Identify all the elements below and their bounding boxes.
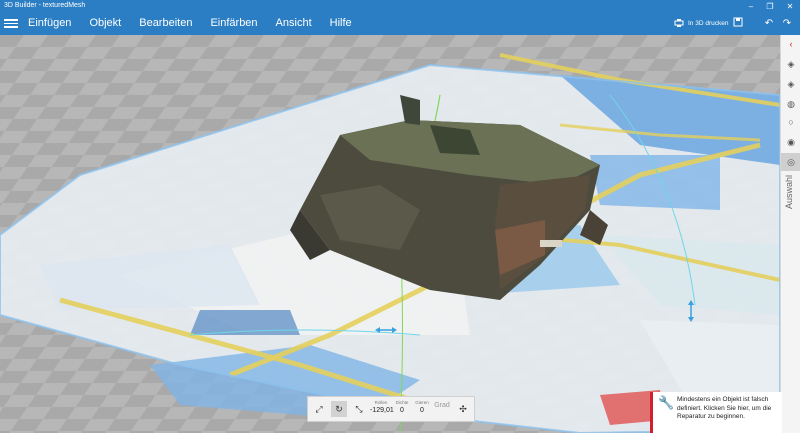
roll-field[interactable]: Rollen -129,01 xyxy=(370,400,394,414)
select-object-icon[interactable]: ◍ xyxy=(781,95,800,113)
window-title: 3D Builder - texturedMesh xyxy=(4,2,86,9)
yaw-value: 0 xyxy=(420,407,424,414)
undo-icon[interactable]: ↶ xyxy=(762,17,776,31)
reset-transform-icon[interactable]: ✣ xyxy=(455,401,471,417)
menu-ansicht[interactable]: Ansicht xyxy=(276,17,312,29)
scene-canvas xyxy=(0,35,780,433)
print-3d-label: In 3D drucken xyxy=(688,19,729,27)
repair-notification-text: Mindestens ein Objekt ist falsch definie… xyxy=(677,396,772,420)
roll-label: Rollen xyxy=(374,400,388,405)
target-select-icon[interactable]: ◉ xyxy=(781,133,800,151)
minimize-icon[interactable]: – xyxy=(745,1,757,12)
print-3d-button[interactable]: In 3D drucken xyxy=(674,18,728,28)
right-panel: ‹ ◈ ◈ ◍ ○ ◉ ◎ Auswahl xyxy=(780,35,800,433)
select-faces-icon[interactable]: ◈ xyxy=(781,75,800,93)
pitch-field[interactable]: Dichte 0 xyxy=(394,400,410,414)
redo-icon[interactable]: ↷ xyxy=(780,17,794,31)
rotate-tool-icon[interactable]: ↻ xyxy=(331,401,347,417)
wrench-icon: 🔧 xyxy=(658,395,675,410)
roll-value: -129,01 xyxy=(370,407,394,414)
printer-icon xyxy=(674,19,684,27)
right-panel-label: Auswahl xyxy=(784,175,794,210)
move-tool-icon[interactable]: ⤢ xyxy=(311,401,327,417)
close-icon[interactable]: ✕ xyxy=(784,1,796,12)
menu-hilfe[interactable]: Hilfe xyxy=(330,17,352,29)
yaw-field[interactable]: Gieren 0 xyxy=(413,400,431,414)
title-bar: 3D Builder - texturedMesh – ❐ ✕ xyxy=(0,0,800,13)
3d-viewport[interactable] xyxy=(0,35,780,433)
pitch-label: Dichte xyxy=(395,400,409,405)
scale-tool-icon[interactable]: ⤡ xyxy=(351,401,367,417)
restore-icon[interactable]: ❐ xyxy=(764,1,776,12)
yaw-label: Gieren xyxy=(415,400,429,405)
unit-field: Grad xyxy=(434,400,450,409)
repair-notification[interactable]: 🔧 Mindestens ein Objekt ist falsch defin… xyxy=(650,392,782,433)
hamburger-menu-icon[interactable] xyxy=(4,17,18,31)
active-select-icon[interactable]: ◎ xyxy=(781,153,800,171)
menu-einfaerben[interactable]: Einfärben xyxy=(210,17,257,29)
circle-select-icon[interactable]: ○ xyxy=(781,113,800,131)
unit-label: Grad xyxy=(434,402,450,409)
menu-bearbeiten[interactable]: Bearbeiten xyxy=(139,17,192,29)
menu-einfuegen[interactable]: Einfügen xyxy=(28,17,71,29)
save-icon[interactable] xyxy=(731,17,745,31)
transform-toolbar: ⤢ ↻ ⤡ Rollen -129,01 Dichte 0 Gieren 0 G… xyxy=(307,396,475,422)
main-menu: Einfügen Objekt Bearbeiten Einfärben Ans… xyxy=(28,17,352,29)
pitch-value: 0 xyxy=(400,407,404,414)
menu-objekt[interactable]: Objekt xyxy=(89,17,121,29)
select-mode-icon[interactable]: ◈ xyxy=(781,55,800,73)
menu-bar: Einfügen Objekt Bearbeiten Einfärben Ans… xyxy=(0,13,800,35)
collapse-panel-icon[interactable]: ‹ xyxy=(781,35,800,53)
